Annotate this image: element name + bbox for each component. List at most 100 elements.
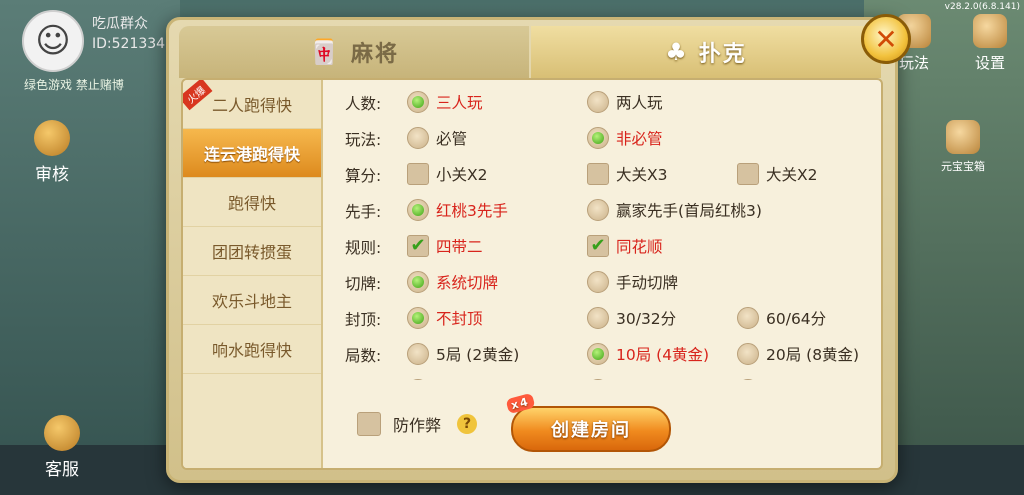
avatar[interactable]: ☺ [22,10,84,72]
radio-button[interactable] [407,199,429,221]
game-menu: 火爆 二人跑得快 连云港跑得快 跑得快 团团转掼蛋 欢乐斗地主 响水跑得快 [183,80,323,468]
settings-button[interactable]: 设置 [966,14,1014,73]
radio-button[interactable] [737,379,759,380]
rule-row: 封顶: 不封顶 30/32分 60/64分 [335,302,875,336]
anti-cheat-option[interactable]: 防作弊 ? [357,412,478,436]
menu-item-xiangshui-run[interactable]: 响水跑得快 [183,325,321,374]
audit-button[interactable]: 审核 [22,120,82,185]
radio-button[interactable] [587,271,609,293]
checkbox-option[interactable]: 大关X3 [587,163,667,185]
option-label: 60/64分 [766,310,827,328]
checkbox[interactable] [407,163,429,185]
radio-button[interactable] [587,127,609,149]
gear-icon [973,14,1007,48]
option-label: 同花顺 [616,238,663,256]
radio-option[interactable]: 手动切牌 [587,271,678,293]
radio-option[interactable]: 最高分出 [737,379,828,380]
checkbox-option[interactable]: 小关X2 [407,163,487,185]
checkbox[interactable] [737,163,759,185]
radio-option[interactable]: 5局 (2黄金) [407,343,519,365]
rule-row: 先手: 红桃3先手 赢家先手(首局红桃3) [335,194,875,228]
menu-label: 连云港跑得快 [203,145,300,164]
radio-button[interactable] [407,307,429,329]
rules-panel: 火爆 二人跑得快 连云港跑得快 跑得快 团团转掼蛋 欢乐斗地主 响水跑得快 人数… [181,78,883,470]
treasure-chest-button[interactable]: 元宝宝箱 [928,120,998,174]
mahjong-icon: 🀄 [309,38,341,66]
radio-option[interactable]: 必管 [407,127,467,149]
option-label: 20局 (8黄金) [766,346,860,364]
radio-button[interactable] [587,343,609,365]
radio-button[interactable] [587,199,609,221]
radio-option[interactable]: 10局 (4黄金) [587,343,709,365]
menu-label: 响水跑得快 [211,341,292,360]
menu-label: 欢乐斗地主 [211,292,292,311]
badge-icon [34,120,70,156]
rule-row: 切牌: 系统切牌 手动切牌 [335,266,875,300]
radio-button[interactable] [737,343,759,365]
service-icon [44,415,80,451]
menu-label: 团团转掼蛋 [211,243,292,262]
checkbox[interactable]: ✔ [407,235,429,257]
game-tabs: 🀄 麻将 ♣ 扑克 [179,26,881,78]
radio-option[interactable]: 60/64分 [737,307,826,329]
radio-button[interactable] [587,307,609,329]
rule-row: 局数: 5局 (2黄金) 10局 (4黄金) 20局 (8黄金) [335,338,875,372]
anti-cheat-label: 防作弊 [393,416,442,435]
radio-button[interactable] [737,307,759,329]
radio-button[interactable] [407,343,429,365]
tab-mahjong-label: 麻将 [350,42,399,67]
option-label: 必管 [436,130,468,148]
radio-option[interactable]: 红桃3先手 [407,199,508,221]
menu-item-run-fast[interactable]: 跑得快 [183,178,321,227]
help-icon[interactable]: ? [457,414,478,434]
tab-mahjong[interactable]: 🀄 麻将 [179,26,529,78]
radio-button[interactable] [407,91,429,113]
checkbox-option[interactable]: ✔ 四带二 [407,235,483,257]
radio-option[interactable]: AA [587,379,638,380]
rule-row: 算分: 小关X2 大关X3 大关X2 [335,158,875,192]
treasure-chest-label: 元宝宝箱 [941,160,985,173]
green-game-notice: 绿色游戏 禁止赌博 [24,78,124,92]
customer-service-button[interactable]: 客服 [32,415,92,480]
menu-item-landlord[interactable]: 欢乐斗地主 [183,276,321,325]
checkbox-option[interactable]: ✔ 同花顺 [587,235,663,257]
create-room-button[interactable]: x4 创建房间 [505,392,671,452]
rule-label: 人数: [345,95,382,113]
checkbox-option[interactable]: 大关X2 [737,163,817,185]
radio-option[interactable]: 30/32分 [587,307,676,329]
menu-label: 二人跑得快 [211,96,292,115]
option-label: 最高分出 [766,379,828,380]
option-label: 系统切牌 [436,274,499,292]
menu-item-two-player-run[interactable]: 火爆 二人跑得快 [183,80,321,129]
menu-item-guandan[interactable]: 团团转掼蛋 [183,227,321,276]
tab-poker[interactable]: ♣ 扑克 [531,26,881,78]
radio-button[interactable] [587,91,609,113]
radio-option[interactable]: 房主出 [407,379,483,380]
rule-label: 先手: [345,203,382,221]
radio-button[interactable] [407,127,429,149]
radio-option[interactable]: 不封顶 [407,307,483,329]
radio-option[interactable]: 两人玩 [587,91,663,113]
option-label: 四带二 [436,238,483,256]
anti-cheat-checkbox[interactable] [357,412,381,436]
radio-button[interactable] [407,379,429,380]
checkbox[interactable] [587,163,609,185]
chest-icon [946,120,980,154]
rule-row: 玩法: 必管 非必管 [335,122,875,156]
menu-label: 跑得快 [227,194,276,213]
menu-item-lianyungang-run[interactable]: 连云港跑得快 [183,129,321,178]
radio-option[interactable]: 非必管 [587,127,663,149]
radio-option[interactable]: 系统切牌 [407,271,498,293]
option-label: 不封顶 [436,310,483,328]
close-icon[interactable]: ✕ [861,14,911,64]
radio-option[interactable]: 赢家先手(首局红桃3) [587,199,762,221]
radio-button[interactable] [587,379,609,380]
rule-label: 切牌: [345,275,382,293]
radio-option[interactable]: 三人玩 [407,91,483,113]
option-label: 大关X2 [766,166,818,184]
radio-option[interactable]: 20局 (8黄金) [737,343,859,365]
checkbox[interactable]: ✔ [587,235,609,257]
radio-button[interactable] [407,271,429,293]
rule-options: 人数: 三人玩 两人玩 玩法: 必管 非必管 算分: 小关X2 大关X3 大关X2 先手: 红桃3先手… [335,80,875,380]
player-name: 吃瓜群众 [92,16,148,32]
